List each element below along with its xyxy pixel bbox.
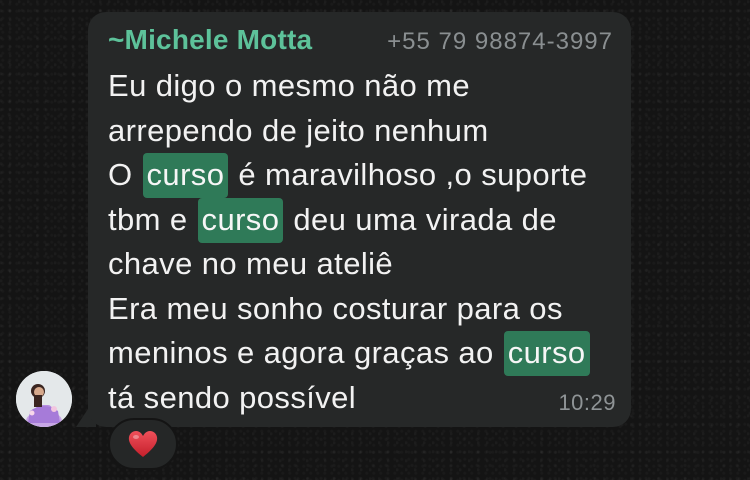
message-line: O curso é maravilhoso ,o suporte [108,153,623,198]
message-text-segment: Era meu sonho costurar para os [108,290,563,326]
message-text-segment: deu uma virada de [284,201,557,237]
message-text-segment: chave no meu ateliê [108,246,394,281]
message-timestamp: 10:29 [558,390,616,415]
message-text-segment: meninos e agora graças ao [108,335,503,370]
message-text: Eu digo o mesmo não me arrependo de jeito… [108,64,623,420]
message-text-segment: tá sendo possível [108,379,357,415]
sender-name[interactable]: ~Michele Motta [108,24,312,56]
message-line: Era meu sonho costurar para os [108,287,623,332]
message-line: tbm e curso deu uma virada de [108,197,623,243]
message-line: chave no meu ateliê [108,242,623,287]
message-text-segment: Eu digo o mesmo não me [108,68,471,103]
search-highlight: curso [503,331,590,376]
message-text-segment: é maravilhoso ,o suporte [229,157,588,192]
message-text-segment: arrependo de jeito nenhum [108,112,489,148]
message-text-segment: tbm e [108,201,197,237]
search-highlight: curso [197,197,284,243]
message-line: tá sendo possível [108,376,623,421]
message-line: Eu digo o mesmo não me [108,64,623,109]
heart-icon [128,431,158,457]
message-header: ~Michele Motta +55 79 98874-3997 [108,22,613,62]
message-line: meninos e agora graças ao curso [108,331,623,376]
sender-phone: +55 79 98874-3997 [387,28,613,55]
message-text-segment: O [108,157,142,192]
search-highlight: curso [142,153,229,198]
sender-avatar[interactable] [16,371,72,427]
reaction-badge[interactable] [108,418,178,470]
avatar-photo [16,371,72,427]
message-line: arrependo de jeito nenhum [108,109,623,154]
